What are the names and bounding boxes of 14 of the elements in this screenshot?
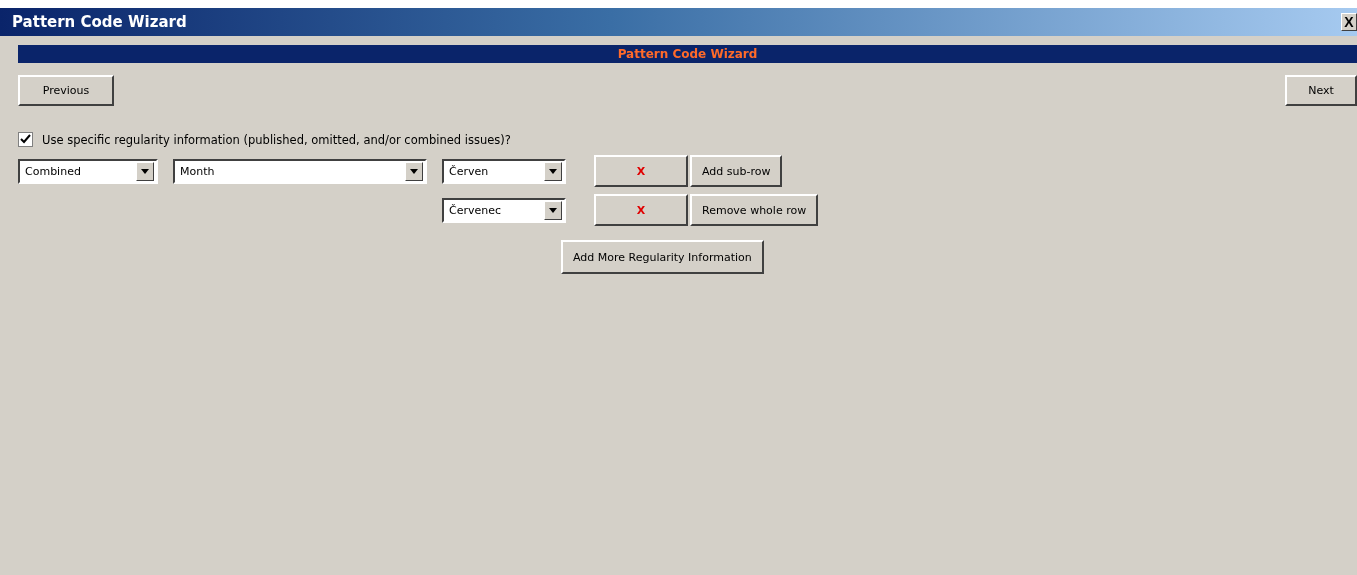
add-sub-row-button[interactable]: Add sub-row xyxy=(690,155,783,187)
dropdown[interactable]: Červen xyxy=(442,158,566,184)
dropdown[interactable]: Month xyxy=(173,158,427,184)
remove-row-button[interactable]: Remove whole row xyxy=(690,194,819,226)
dropdown[interactable]: Combined xyxy=(18,158,158,184)
header-title: Pattern Code Wizard xyxy=(617,47,758,61)
checkbox[interactable] xyxy=(18,132,33,147)
add-more-button[interactable]: Add More Regularity Information xyxy=(561,240,764,274)
dropdown[interactable]: Červenec xyxy=(442,197,566,223)
close-button[interactable]: X xyxy=(1341,13,1357,31)
next-button[interactable]: Next xyxy=(1285,75,1357,106)
previous-button[interactable]: Previous xyxy=(18,75,114,106)
checkbox-label: Use specific regularity information (published, omitted, and/or combined issues)? xyxy=(42,132,511,147)
window-title: Pattern Code Wizard xyxy=(12,13,187,31)
